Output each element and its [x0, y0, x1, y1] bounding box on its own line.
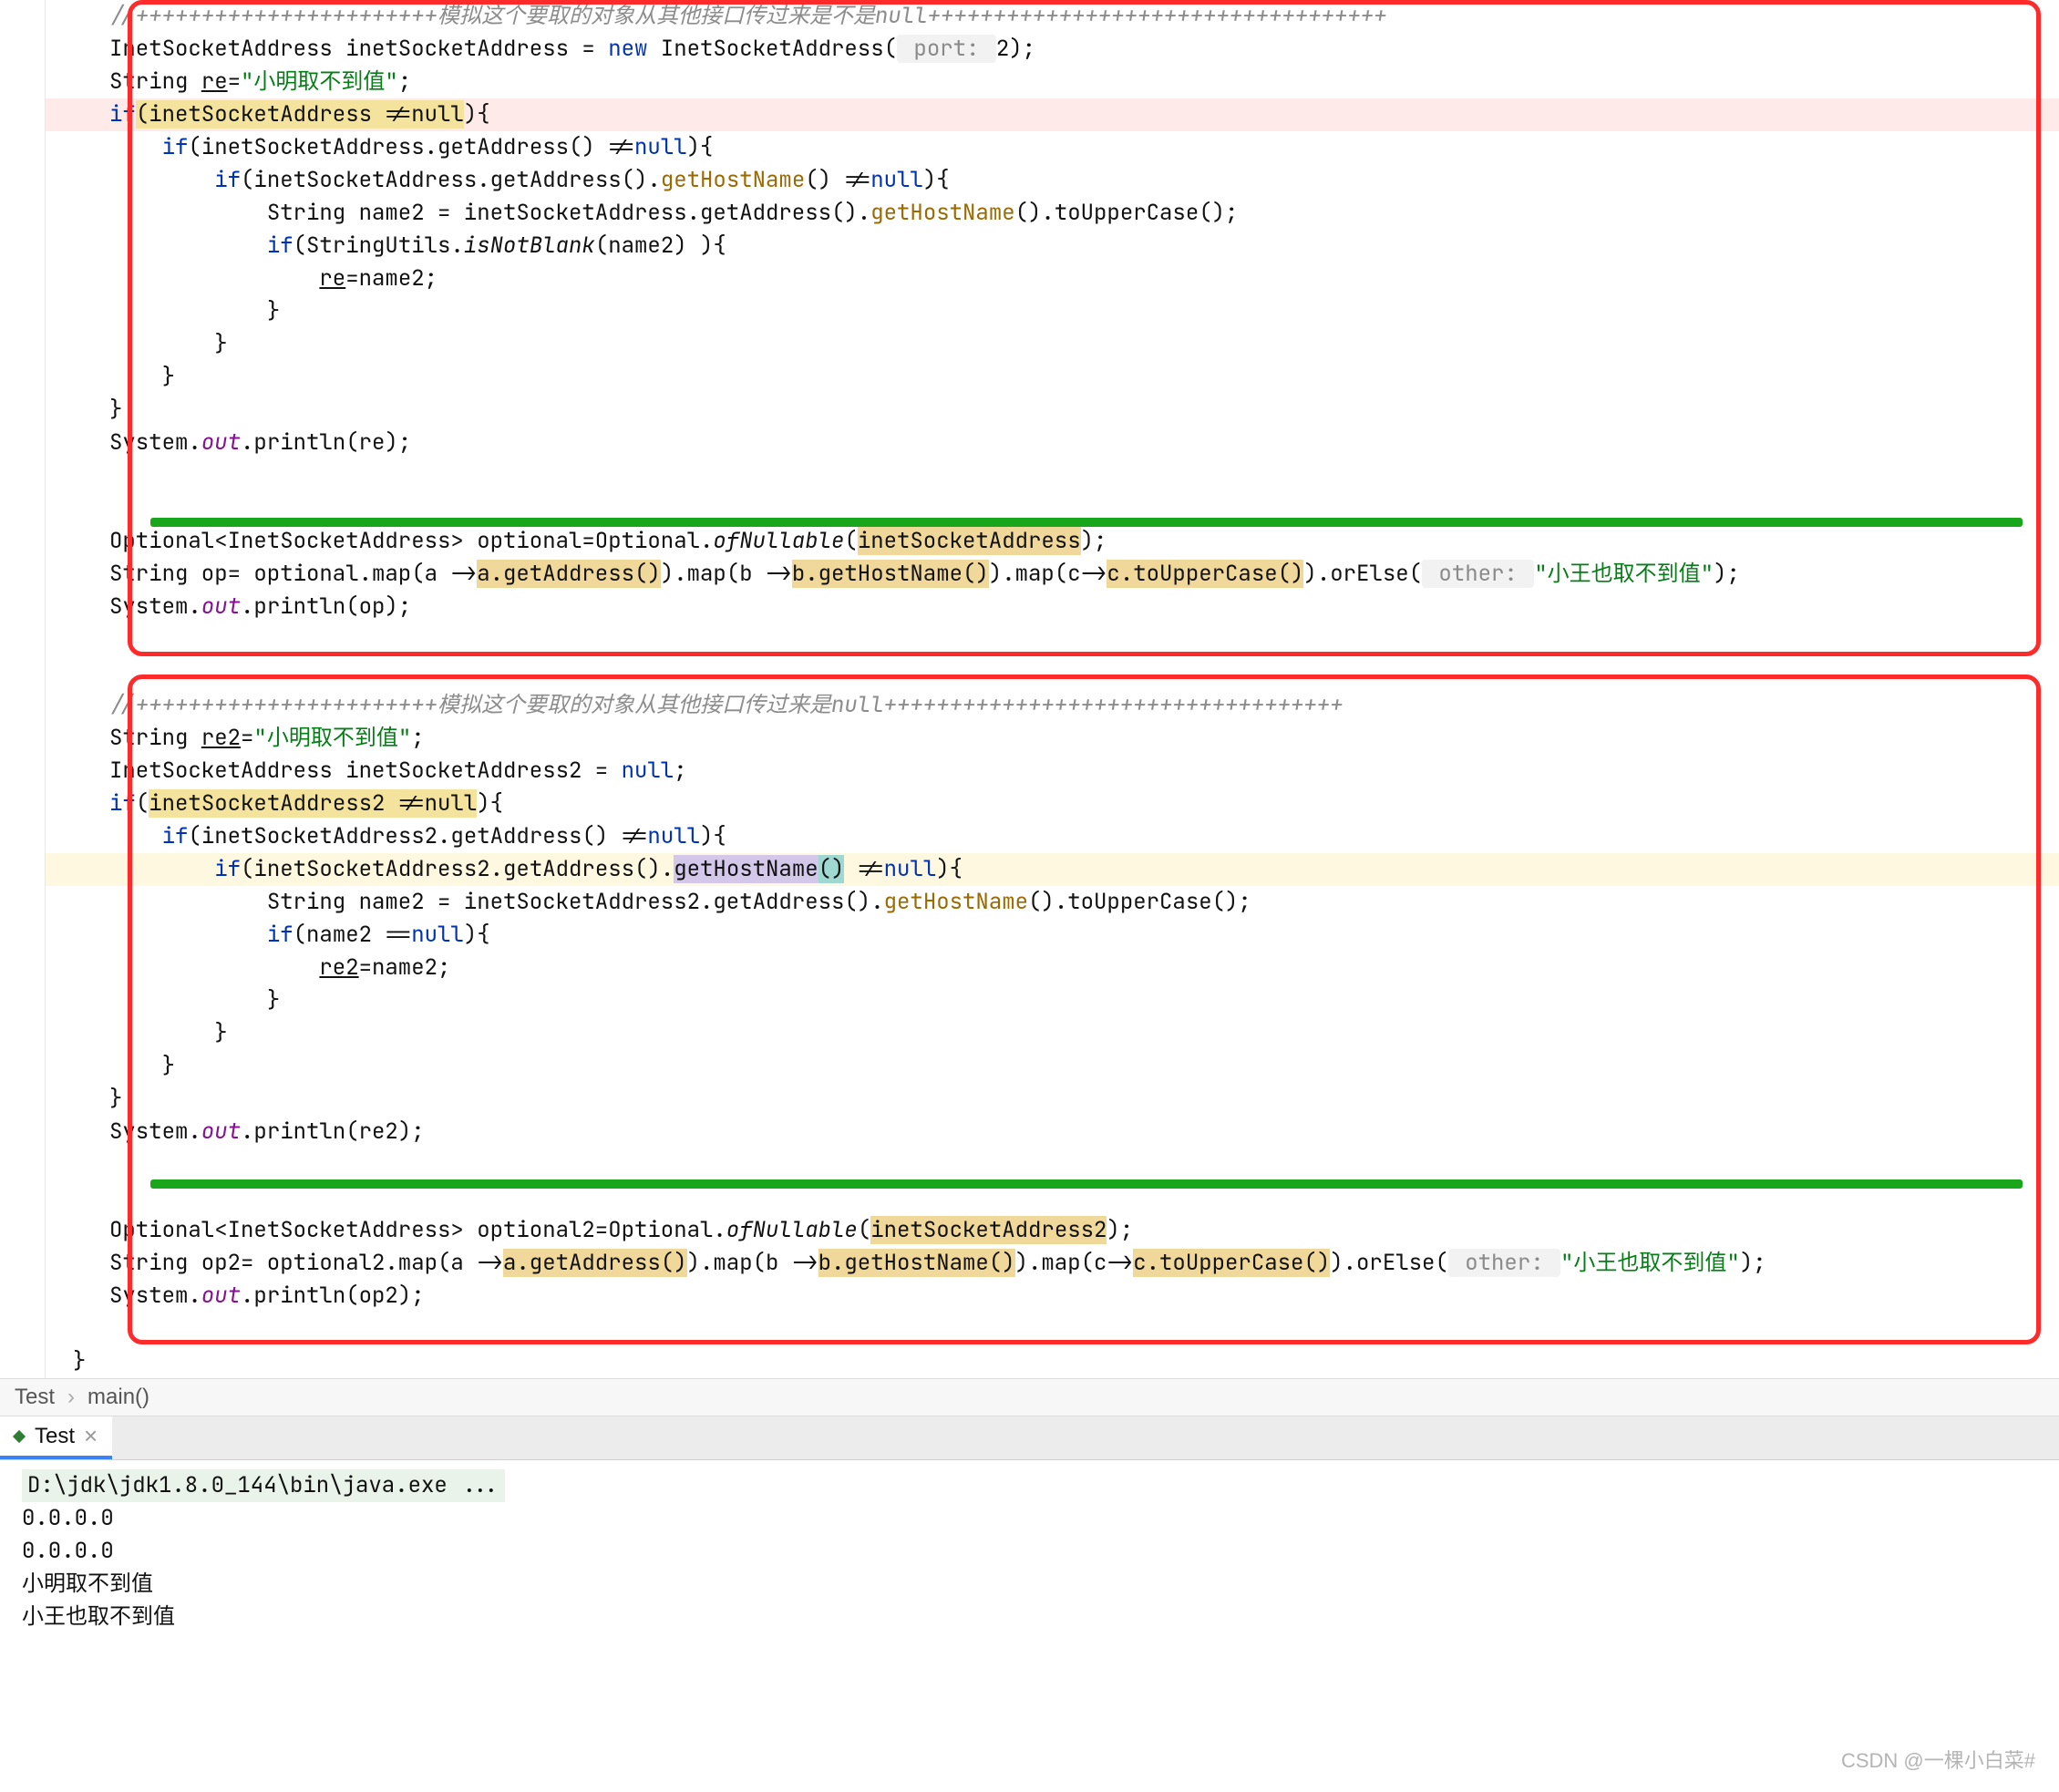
breadcrumb-method[interactable]: main(): [88, 1385, 149, 1410]
code-line: Optional<InetSocketAddress> optional2=Op…: [46, 1214, 2059, 1247]
tab-label: Test: [35, 1424, 75, 1449]
code-line: [46, 656, 2059, 689]
code-line: if(inetSocketAddress2.getAddress() !=nul…: [46, 820, 2059, 853]
code-line: String re="小明取不到值";: [46, 66, 2059, 98]
code-line: System.out.println(re2);: [46, 1116, 2059, 1148]
code-editor[interactable]: //+++++++++++++++++++++++模拟这个要取的对象从其他接口传…: [0, 0, 2059, 1378]
code-line: if(StringUtils.isNotBlank(name2) ){: [46, 230, 2059, 263]
code-line: re2=name2;: [46, 952, 2059, 984]
code-line: [46, 1148, 2059, 1181]
code-line: String op2= optional2.map(a ->a.getAddre…: [46, 1247, 2059, 1280]
code-line: }: [46, 328, 2059, 361]
code-line: //+++++++++++++++++++++++模拟这个要取的对象从其他接口传…: [46, 0, 2059, 33]
code-line: InetSocketAddress inetSocketAddress2 = n…: [46, 755, 2059, 788]
code-line: String name2 = inetSocketAddress2.getAdd…: [46, 886, 2059, 919]
run-status-icon: [13, 1429, 26, 1442]
close-icon[interactable]: ×: [84, 1422, 98, 1450]
code-line: System.out.println(op2);: [46, 1280, 2059, 1313]
code-line: if(inetSocketAddress2.getAddress().getHo…: [46, 853, 2059, 886]
watermark: CSDN @一棵小白菜#: [1841, 1745, 2035, 1774]
code-line: [46, 623, 2059, 656]
code-line: [46, 1313, 2059, 1345]
separator-bar-2: [150, 1179, 2023, 1189]
code-line: re=name2;: [46, 263, 2059, 295]
code-line: }: [46, 1083, 2059, 1116]
code-line: String name2 = inetSocketAddress.getAddr…: [46, 197, 2059, 230]
code-line: if(inetSocketAddress.getAddress() !=null…: [46, 131, 2059, 164]
code-line: InetSocketAddress inetSocketAddress = ne…: [46, 33, 2059, 66]
code-line: Optional<InetSocketAddress> optional=Opt…: [46, 525, 2059, 558]
code-line: [46, 459, 2059, 492]
code-line: String re2="小明取不到值";: [46, 722, 2059, 755]
console-output[interactable]: D:\jdk\jdk1.8.0_144\bin\java.exe ... 0.0…: [0, 1460, 2059, 1661]
code-line: if(inetSocketAddress !=null){: [46, 98, 2059, 131]
code-line: }: [46, 394, 2059, 427]
code-line: if(name2 ==null){: [46, 919, 2059, 952]
tab-test[interactable]: Test ×: [0, 1416, 112, 1459]
chevron-right-icon: ›: [67, 1385, 75, 1410]
code-line: System.out.println(op);: [46, 591, 2059, 623]
breadcrumb[interactable]: Test › main(): [0, 1378, 2059, 1416]
code-line: if(inetSocketAddress2 !=null){: [46, 788, 2059, 820]
code-line: }: [46, 1050, 2059, 1083]
code-line: //+++++++++++++++++++++++模拟这个要取的对象从其他接口传…: [46, 689, 2059, 722]
code-line: }: [46, 1345, 2059, 1378]
code-line: }: [46, 1017, 2059, 1050]
code-line: }: [46, 984, 2059, 1017]
code-line: }: [46, 361, 2059, 394]
code-line: System.out.println(re);: [46, 427, 2059, 459]
separator-bar-1: [150, 518, 2023, 527]
code-line: }: [46, 295, 2059, 328]
breadcrumb-class[interactable]: Test: [15, 1385, 55, 1410]
code-line: String op= optional.map(a ->a.getAddress…: [46, 558, 2059, 591]
code-area[interactable]: //+++++++++++++++++++++++模拟这个要取的对象从其他接口传…: [46, 0, 2059, 1378]
run-tabbar: Test ×: [0, 1416, 2059, 1460]
code-line: if(inetSocketAddress.getAddress().getHos…: [46, 164, 2059, 197]
gutter: [0, 0, 46, 1378]
